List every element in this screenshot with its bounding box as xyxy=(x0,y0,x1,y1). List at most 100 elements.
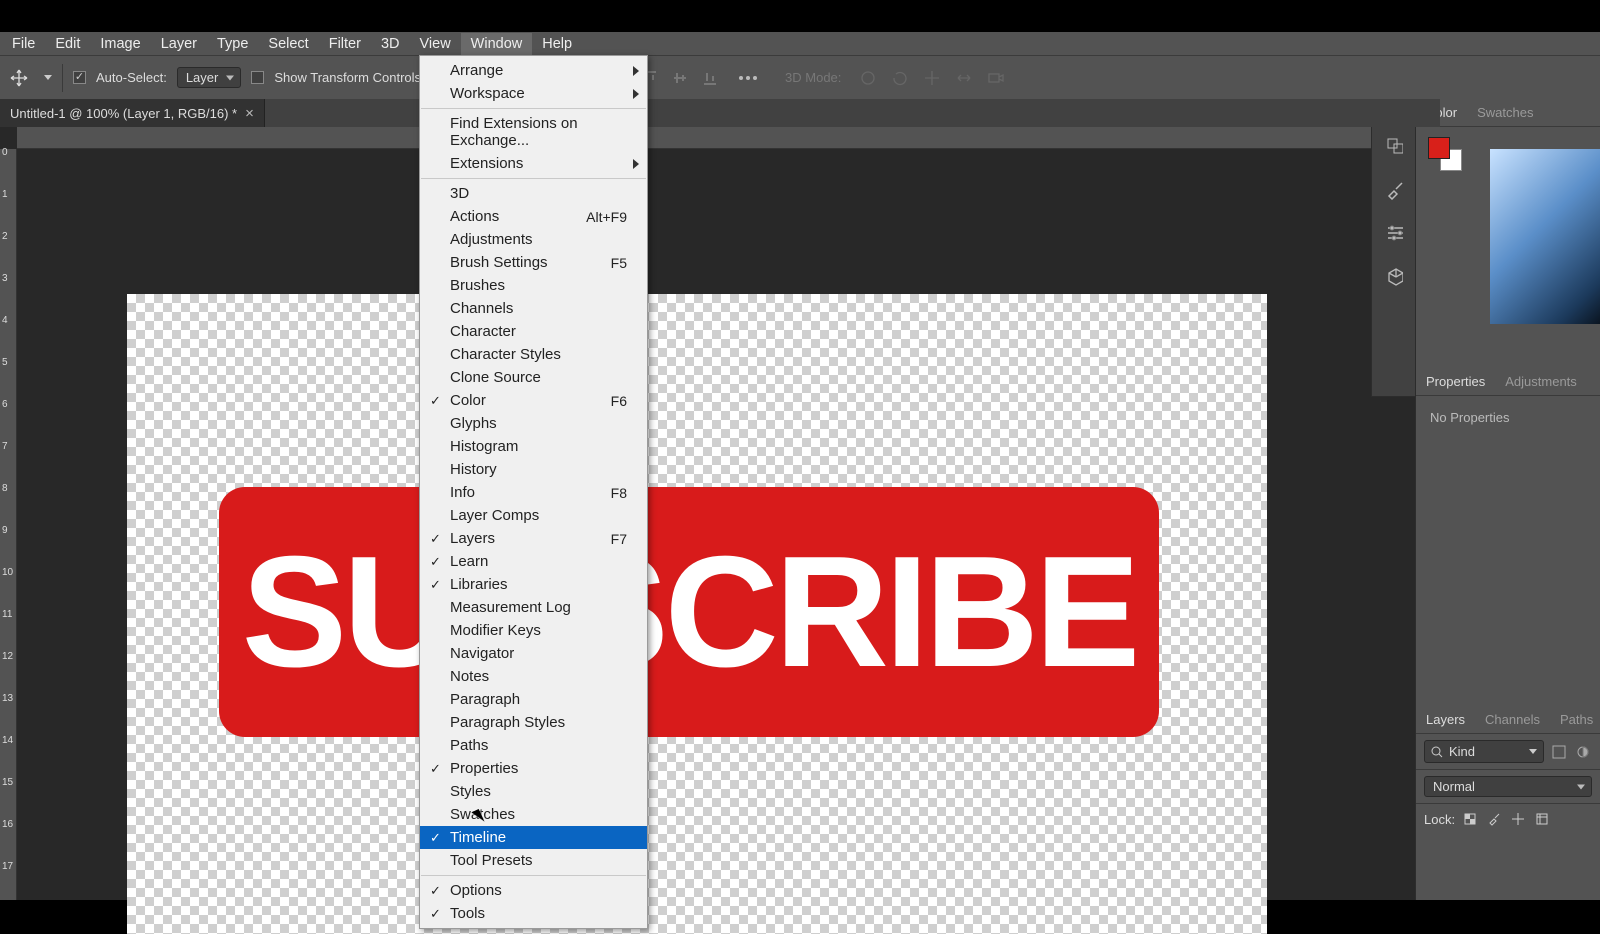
tab-swatches[interactable]: Swatches xyxy=(1467,99,1543,126)
menuitem-clone-source[interactable]: Clone Source xyxy=(420,366,647,389)
menuitem-paragraph[interactable]: Paragraph xyxy=(420,688,647,711)
menuitem-notes[interactable]: Notes xyxy=(420,665,647,688)
menu-layer[interactable]: Layer xyxy=(151,33,207,55)
menuitem-measurement-log[interactable]: Measurement Log xyxy=(420,596,647,619)
menu-filter[interactable]: Filter xyxy=(319,33,371,55)
menu-type[interactable]: Type xyxy=(207,33,258,55)
foreground-background-swatches[interactable] xyxy=(1428,137,1462,171)
tool-flyout-icon[interactable] xyxy=(44,75,52,80)
menuitem-history[interactable]: History xyxy=(420,458,647,481)
menu-help[interactable]: Help xyxy=(532,33,582,55)
canvas[interactable]: SUBSCRIBE xyxy=(127,294,1267,934)
menubar: FileEditImageLayerTypeSelectFilter3DView… xyxy=(0,32,1600,55)
menuitem-actions[interactable]: ActionsAlt+F9 xyxy=(420,205,647,228)
lock-pixels-icon[interactable] xyxy=(1461,810,1479,828)
ruler-horizontal: 1234567891011121314151617181920212223242… xyxy=(17,127,1415,149)
menuitem-arrange[interactable]: Arrange xyxy=(420,59,647,82)
cube-3d-icon[interactable] xyxy=(1385,268,1403,286)
menuitem-layer-comps[interactable]: Layer Comps xyxy=(420,504,647,527)
document-title: Untitled-1 @ 100% (Layer 1, RGB/16) * xyxy=(10,106,237,121)
show-transform-label: Show Transform Controls xyxy=(274,70,421,85)
menu-view[interactable]: View xyxy=(410,33,461,55)
menuitem-color[interactable]: ColorF6 xyxy=(420,389,647,412)
pan-icon[interactable] xyxy=(923,69,941,87)
layers-panel-tabs: Layers Channels Paths xyxy=(1416,706,1600,734)
menu-edit[interactable]: Edit xyxy=(45,33,90,55)
menuitem-histogram[interactable]: Histogram xyxy=(420,435,647,458)
menuitem-info[interactable]: InfoF8 xyxy=(420,481,647,504)
show-transform-checkbox[interactable] xyxy=(251,71,264,84)
more-options-icon[interactable] xyxy=(739,76,757,80)
canvas-viewport[interactable]: SUBSCRIBE xyxy=(17,149,1415,900)
layer-filter-kind[interactable]: Kind xyxy=(1424,740,1544,763)
auto-select-target[interactable]: Layer xyxy=(177,67,242,88)
menuitem-swatches[interactable]: Swatches xyxy=(420,803,647,826)
menu-3d[interactable]: 3D xyxy=(371,33,410,55)
roll-icon[interactable] xyxy=(891,69,909,87)
menu-image[interactable]: Image xyxy=(90,33,150,55)
layers-filter-row: Kind xyxy=(1416,734,1600,770)
menuitem-paragraph-styles[interactable]: Paragraph Styles xyxy=(420,711,647,734)
menuitem-tool-presets[interactable]: Tool Presets xyxy=(420,849,647,872)
foreground-color-swatch[interactable] xyxy=(1428,137,1450,159)
menuitem-modifier-keys[interactable]: Modifier Keys xyxy=(420,619,647,642)
menuitem-adjustments[interactable]: Adjustments xyxy=(420,228,647,251)
menuitem-options[interactable]: Options xyxy=(420,879,647,902)
lock-position-icon[interactable] xyxy=(1509,810,1527,828)
filter-adjust-icon[interactable] xyxy=(1574,743,1592,761)
menuitem-workspace[interactable]: Workspace xyxy=(420,82,647,105)
color-sampler-icon[interactable] xyxy=(1385,136,1403,154)
color-panel-tabs: Color Swatches xyxy=(1416,99,1600,127)
tab-layers[interactable]: Layers xyxy=(1416,706,1475,733)
camera-icon[interactable] xyxy=(987,69,1005,87)
window-menu-dropdown[interactable]: ArrangeWorkspace Find Extensions on Excha… xyxy=(419,55,648,929)
mode-3d-icons xyxy=(859,69,1005,87)
menuitem-3d[interactable]: 3D xyxy=(420,182,647,205)
menuitem-styles[interactable]: Styles xyxy=(420,780,647,803)
subscribe-text: SUBSCRIBE xyxy=(242,522,1137,703)
brush-icon[interactable] xyxy=(1385,180,1403,198)
menuitem-layers[interactable]: LayersF7 xyxy=(420,527,647,550)
menu-window[interactable]: Window xyxy=(461,33,533,55)
menuitem-brush-settings[interactable]: Brush SettingsF5 xyxy=(420,251,647,274)
tab-adjustments[interactable]: Adjustments xyxy=(1495,368,1587,395)
menuitem-learn[interactable]: Learn xyxy=(420,550,647,573)
menu-select[interactable]: Select xyxy=(258,33,318,55)
lock-artboard-icon[interactable] xyxy=(1533,810,1551,828)
color-spectrum[interactable] xyxy=(1490,149,1600,324)
menu-separator xyxy=(421,178,646,179)
document-tab[interactable]: Untitled-1 @ 100% (Layer 1, RGB/16) * × xyxy=(0,99,265,127)
menuitem-extensions[interactable]: Extensions xyxy=(420,152,647,175)
filter-pixel-icon[interactable] xyxy=(1550,743,1568,761)
menuitem-paths[interactable]: Paths xyxy=(420,734,647,757)
menu-file[interactable]: File xyxy=(2,33,45,55)
slide-icon[interactable] xyxy=(955,69,973,87)
menuitem-glyphs[interactable]: Glyphs xyxy=(420,412,647,435)
tab-paths[interactable]: Paths xyxy=(1550,706,1600,733)
orbit-icon[interactable] xyxy=(859,69,877,87)
menuitem-channels[interactable]: Channels xyxy=(420,297,647,320)
menuitem-find-extensions-on-exchange-[interactable]: Find Extensions on Exchange... xyxy=(420,112,647,152)
menuitem-properties[interactable]: Properties xyxy=(420,757,647,780)
menuitem-brushes[interactable]: Brushes xyxy=(420,274,647,297)
tab-channels[interactable]: Channels xyxy=(1475,706,1550,733)
lock-brush-icon[interactable] xyxy=(1485,810,1503,828)
align-controls xyxy=(641,69,719,87)
menuitem-timeline[interactable]: Timeline xyxy=(420,826,647,849)
align-bottom-icon[interactable] xyxy=(701,69,719,87)
collapsed-panel-icons xyxy=(1371,117,1416,397)
menuitem-character[interactable]: Character xyxy=(420,320,647,343)
close-tab-icon[interactable]: × xyxy=(245,105,254,122)
adjustments-icon[interactable] xyxy=(1385,224,1403,242)
align-vcenter-icon[interactable] xyxy=(671,69,689,87)
menuitem-libraries[interactable]: Libraries xyxy=(420,573,647,596)
no-properties-label: No Properties xyxy=(1430,410,1509,425)
blend-mode-select[interactable]: Normal xyxy=(1424,776,1592,797)
subscribe-button-graphic: SUBSCRIBE xyxy=(219,487,1159,737)
menuitem-character-styles[interactable]: Character Styles xyxy=(420,343,647,366)
auto-select-checkbox[interactable] xyxy=(73,71,86,84)
tab-properties[interactable]: Properties xyxy=(1416,368,1495,395)
menuitem-navigator[interactable]: Navigator xyxy=(420,642,647,665)
menuitem-tools[interactable]: Tools xyxy=(420,902,647,925)
move-tool-icon[interactable] xyxy=(8,67,30,89)
